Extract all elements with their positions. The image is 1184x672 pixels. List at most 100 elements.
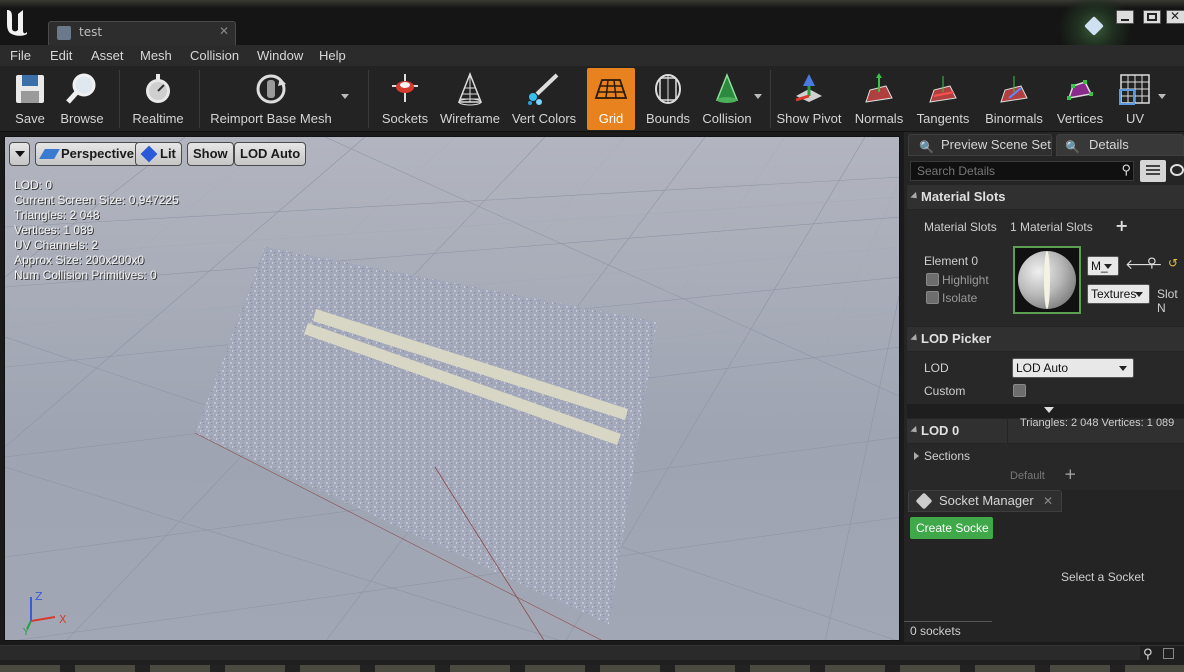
material-slots-header[interactable]: Material Slots	[907, 185, 1184, 209]
menu-collision[interactable]: Collision	[190, 48, 239, 63]
lod-picker-section: LOD LOD Auto Custom	[907, 352, 1184, 404]
create-socket-button[interactable]: Create Socke	[910, 517, 993, 539]
collision-dropdown-icon[interactable]	[754, 94, 762, 99]
toolbar-separator	[119, 70, 120, 128]
reimport-button[interactable]: Reimport Base Mesh	[210, 68, 332, 130]
menu-mesh[interactable]: Mesh	[140, 48, 172, 63]
binormals-button[interactable]: Binormals	[982, 68, 1046, 130]
add-slot-icon[interactable]: +	[1115, 216, 1128, 235]
minimize-icon[interactable]	[1116, 10, 1134, 24]
static-mesh-icon	[57, 26, 71, 40]
search-icon[interactable]: ⚲	[1143, 647, 1153, 662]
tangents-button[interactable]: Tangents	[914, 68, 972, 130]
realtime-button[interactable]: Realtime	[128, 68, 188, 130]
stat-line: UV Channels: 2	[14, 238, 99, 252]
material-thumbnail[interactable]	[1013, 246, 1081, 314]
expand-arrow-icon[interactable]	[914, 452, 919, 460]
mesh-stats: LOD: 0 Current Screen Size: 0,947225 Tri…	[14, 178, 179, 283]
unreal-logo-icon	[7, 10, 27, 36]
settings-icon[interactable]	[1163, 648, 1174, 659]
eye-icon[interactable]	[1170, 164, 1184, 176]
highlight-checkbox[interactable]	[926, 273, 939, 286]
socket-manager-panel: Socket Manager ✕ Create Socke Select a S…	[904, 490, 1184, 642]
material-select[interactable]: M_	[1087, 256, 1119, 276]
normals-button[interactable]: Normals	[852, 68, 906, 130]
save-icon	[16, 75, 44, 103]
toolbar-separator	[770, 70, 771, 128]
mesh-viewport[interactable]: Perspective Lit Show LOD Auto LOD: 0 Cur…	[4, 136, 900, 641]
menu-file[interactable]: File	[10, 48, 31, 63]
viewport-options-button[interactable]	[9, 142, 30, 166]
tab-close-icon[interactable]: ✕	[1043, 491, 1053, 511]
custom-checkbox[interactable]	[1013, 384, 1026, 397]
grid-button[interactable]: Grid	[587, 68, 635, 130]
menu-asset[interactable]: Asset	[91, 48, 124, 63]
default-label: Default	[1010, 470, 1045, 482]
menu-window[interactable]: Window	[257, 48, 303, 63]
stat-line: Num Collision Primitives: 0	[14, 268, 157, 282]
browse-button[interactable]: Browse	[56, 68, 108, 130]
isolate-checkbox[interactable]	[926, 291, 939, 304]
lod0-info: Triangles: 2 048 Vertices: 1 089	[1020, 417, 1175, 429]
lit-button[interactable]: Lit	[135, 142, 182, 166]
browse-material-icon[interactable]: ⚲	[1147, 256, 1157, 271]
browse-icon	[66, 73, 96, 104]
lod-picker-header[interactable]: LOD Picker	[907, 327, 1184, 351]
socket-count: 0 sockets	[910, 624, 961, 638]
search-details-input[interactable]: Search Details ⚲	[910, 161, 1134, 181]
binormals-icon	[1000, 76, 1028, 103]
menu-edit[interactable]: Edit	[50, 48, 72, 63]
vertices-button[interactable]: Vertices	[1054, 68, 1106, 130]
bounds-button[interactable]: Bounds	[643, 68, 693, 130]
highlight-label: Highlight	[942, 273, 989, 287]
tangents-icon	[929, 76, 957, 103]
axis-z-label: Z	[35, 590, 43, 603]
socket-icon	[915, 492, 933, 510]
isolate-label: Isolate	[942, 291, 978, 305]
reset-icon[interactable]: ↺	[1168, 256, 1178, 270]
list-view-icon[interactable]	[1140, 160, 1166, 182]
lod0-section: Sections Default +	[907, 444, 1184, 490]
show-pivot-button[interactable]: Show Pivot	[776, 68, 842, 130]
search-icon: 🔍	[919, 140, 934, 154]
sections-label[interactable]: Sections	[924, 449, 970, 463]
vert-colors-button[interactable]: Vert Colors	[510, 68, 578, 130]
save-button[interactable]: Save	[6, 68, 54, 130]
wireframe-icon	[457, 72, 483, 106]
pivot-icon	[795, 74, 822, 102]
tab-socket-manager[interactable]: Socket Manager ✕	[908, 490, 1062, 512]
collision-button[interactable]: Collision	[700, 68, 754, 130]
stat-line: Triangles: 2 048	[14, 208, 100, 222]
lod-dropdown[interactable]: LOD Auto	[1012, 358, 1134, 378]
menu-help[interactable]: Help	[319, 48, 346, 63]
tab-preview-scene[interactable]: 🔍 Preview Scene Set	[908, 134, 1052, 156]
tab-details[interactable]: 🔍 Details	[1056, 134, 1184, 156]
lod-label: LOD	[924, 361, 949, 375]
use-selected-arrow-icon[interactable]: 🡐	[1125, 256, 1163, 273]
uv-button[interactable]: UV	[1112, 68, 1158, 130]
add-section-icon[interactable]: +	[1064, 465, 1077, 483]
collision-icon	[715, 72, 739, 103]
stat-line: LOD: 0	[14, 178, 53, 192]
wireframe-button[interactable]: Wireframe	[440, 68, 500, 130]
axis-x-label: X	[59, 613, 67, 626]
reimport-icon	[256, 74, 286, 104]
lod-button[interactable]: LOD Auto	[234, 142, 307, 166]
search-icon: ⚲	[1121, 162, 1131, 177]
textures-dropdown[interactable]: Textures	[1087, 284, 1150, 304]
expand-more-bar[interactable]	[907, 404, 1184, 418]
show-button[interactable]: Show	[187, 142, 234, 166]
bottom-bar: ⚲	[0, 645, 1184, 672]
maximize-icon[interactable]	[1143, 10, 1161, 24]
perspective-button[interactable]: Perspective	[35, 142, 140, 166]
divider	[904, 621, 992, 622]
reimport-dropdown-icon[interactable]	[341, 94, 349, 99]
menu-bar: File Edit Asset Mesh Collision Window He…	[0, 45, 1184, 66]
lod0-header[interactable]: LOD 0	[907, 419, 1007, 443]
sockets-button[interactable]: Sockets	[380, 68, 430, 130]
material-slots-count: 1 Material Slots	[1010, 220, 1093, 234]
tab-close-icon[interactable]: ✕	[219, 24, 229, 38]
asset-tab[interactable]: test ✕	[48, 21, 236, 45]
uv-dropdown-icon[interactable]	[1158, 94, 1166, 99]
close-icon[interactable]: ✕	[1166, 9, 1184, 24]
